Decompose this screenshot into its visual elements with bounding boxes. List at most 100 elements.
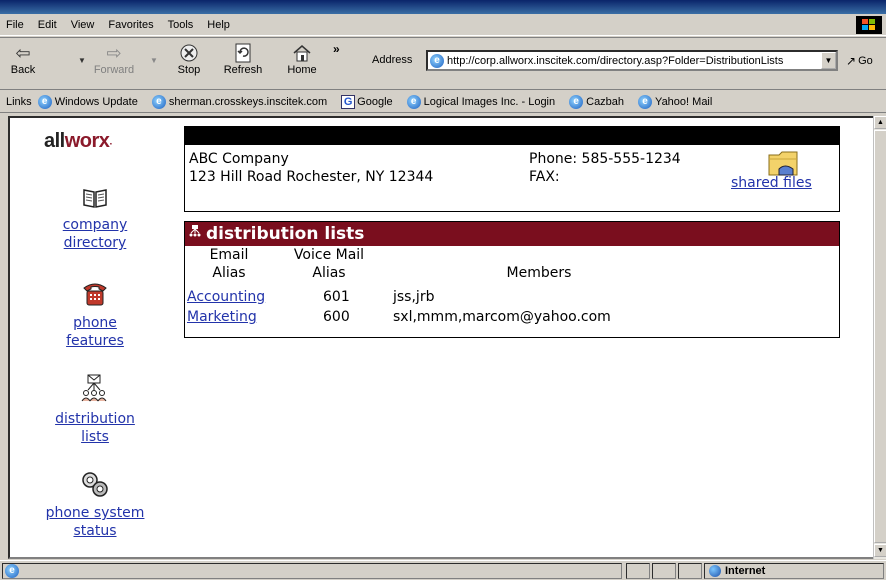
forward-label: Forward [93, 64, 135, 76]
table-row-alias[interactable]: Accounting [187, 288, 265, 306]
status-message: e [2, 563, 622, 579]
ie-page-icon: e [37, 94, 52, 109]
link-google[interactable]: G Google [341, 94, 393, 109]
address-dropdown-icon[interactable]: ▼ [821, 52, 836, 69]
toolbar-overflow-icon[interactable]: » [333, 42, 340, 56]
link-cazbah[interactable]: e Cazbah [569, 94, 624, 109]
telephone-icon [83, 283, 107, 306]
home-label: Home [287, 64, 317, 76]
company-panel: ABC Company 123 Hill Road Rochester, NY … [184, 126, 840, 212]
sidebar: allworx· company directory phone features [10, 118, 180, 557]
nav-company-directory[interactable]: company directory [10, 186, 180, 252]
ie-page-icon: e [5, 564, 19, 578]
scroll-up-arrow-icon[interactable]: ▲ [874, 116, 886, 129]
link-sherman[interactable]: e sherman.crosskeys.inscitek.com [151, 94, 328, 109]
table-row-alias[interactable]: Marketing [187, 308, 257, 326]
scrollbar-thumb[interactable] [874, 130, 886, 543]
company-address: 123 Hill Road Rochester, NY 12344 [189, 169, 434, 185]
nav-distribution-lists[interactable]: distribution lists [10, 374, 180, 446]
book-icon [83, 189, 107, 208]
table-row-voicemail: 600 [323, 309, 350, 325]
ie-page-icon: e [638, 94, 653, 109]
zone-label: Internet [725, 565, 766, 577]
vertical-scrollbar[interactable]: ▲ ▼ [873, 116, 886, 559]
home-icon [291, 42, 313, 64]
table-row-members: sxl,mmm,marcom@yahoo.com [393, 309, 611, 325]
link-label: Windows Update [54, 95, 138, 108]
back-dropdown-icon[interactable]: ▼ [78, 56, 86, 65]
header-members: Members [506, 265, 572, 281]
menu-favorites[interactable]: Favorites [108, 19, 153, 31]
nav-phone-system-status[interactable]: phone system status [10, 470, 180, 540]
company-phone: Phone: 585-555-1234 [529, 151, 681, 167]
ie-page-icon: e [569, 94, 584, 109]
phone-features-link[interactable]: phone features [66, 315, 124, 349]
company-info: ABC Company 123 Hill Road Rochester, NY … [185, 145, 839, 211]
address-url[interactable]: http://corp.allworx.inscitek.com/directo… [447, 55, 783, 67]
back-button[interactable]: ⇦ Back [6, 42, 40, 86]
stop-icon [178, 42, 200, 64]
address-bar[interactable]: e http://corp.allworx.inscitek.com/direc… [426, 50, 838, 71]
distribution-lists-link[interactable]: distribution lists [55, 411, 135, 445]
marketing-link[interactable]: Marketing [187, 309, 257, 325]
header-voicemail-alias: Voice Mail Alias [293, 247, 365, 281]
status-cell [626, 563, 650, 579]
window-title-strip [0, 0, 886, 14]
google-icon: G [341, 94, 356, 109]
windows-logo-icon [856, 16, 882, 34]
stop-button[interactable]: Stop [172, 42, 206, 86]
links-label: Links [6, 95, 32, 108]
shared-files-link[interactable]: shared files [731, 175, 812, 191]
menu-bar: File Edit View Favorites Tools Help [0, 14, 886, 36]
menu-tools[interactable]: Tools [168, 19, 194, 31]
menu-edit[interactable]: Edit [38, 19, 57, 31]
home-button[interactable]: Home [284, 42, 320, 86]
table-row-voicemail: 601 [323, 289, 350, 305]
address-label: Address [372, 54, 413, 66]
ie-page-icon: e [406, 94, 421, 109]
link-label: sherman.crosskeys.inscitek.com [168, 95, 328, 108]
refresh-button[interactable]: Refresh [220, 42, 266, 86]
toolbar: ⇦ Back ▼ ⇨ Forward ▼ Stop Refresh Home »… [0, 37, 886, 90]
scroll-down-arrow-icon[interactable]: ▼ [874, 544, 886, 557]
stop-label: Stop [177, 64, 201, 76]
refresh-label: Refresh [223, 64, 263, 76]
link-yahoo-mail[interactable]: e Yahoo! Mail [638, 94, 713, 109]
forward-button[interactable]: ⇨ Forward [88, 42, 140, 86]
status-bar: e Internet [0, 560, 886, 580]
link-label: Google [357, 95, 393, 108]
nav-phone-features[interactable]: phone features [10, 278, 180, 350]
distribution-lists-title-bar: distribution lists [185, 222, 839, 246]
back-arrow-icon: ⇦ [15, 42, 31, 63]
go-button[interactable]: ↗ Go [846, 54, 873, 68]
forward-arrow-icon: ⇨ [106, 42, 122, 63]
link-windows-update[interactable]: e Windows Update [37, 94, 138, 109]
table-row-members: jss,jrb [393, 289, 435, 305]
menu-view[interactable]: View [71, 19, 95, 31]
forward-dropdown-icon[interactable]: ▼ [150, 56, 158, 65]
internet-globe-icon [709, 565, 721, 577]
distribution-group-icon [188, 225, 202, 243]
menu-file[interactable]: File [6, 19, 24, 31]
distribution-lists-table: Email Alias Voice Mail Alias Members Accou… [185, 246, 839, 338]
company-name: ABC Company [189, 151, 289, 167]
company-fax: FAX: [529, 169, 560, 185]
company-directory-link[interactable]: company directory [63, 217, 128, 251]
menu-help[interactable]: Help [207, 19, 230, 31]
distribution-lists-panel: distribution lists Email Alias Voice Mail… [184, 221, 840, 338]
link-logical-images[interactable]: e Logical Images Inc. - Login [406, 94, 555, 109]
ie-page-icon: e [151, 94, 166, 109]
back-label: Back [10, 64, 36, 76]
header-email-alias: Email Alias [209, 247, 249, 281]
distribution-lists-title: distribution lists [206, 224, 365, 244]
link-label: Yahoo! Mail [655, 95, 713, 108]
company-header-bar [185, 127, 839, 145]
go-label: Go [858, 55, 873, 67]
status-cell [652, 563, 676, 579]
accounting-link[interactable]: Accounting [187, 289, 265, 305]
page-content: allworx· company directory phone features [8, 116, 876, 559]
phone-system-status-link[interactable]: phone system status [46, 505, 145, 539]
links-bar: Links e Windows Update e sherman.crosskeys… [0, 91, 886, 113]
gears-status-icon [82, 472, 108, 497]
ie-page-icon: e [430, 53, 444, 68]
